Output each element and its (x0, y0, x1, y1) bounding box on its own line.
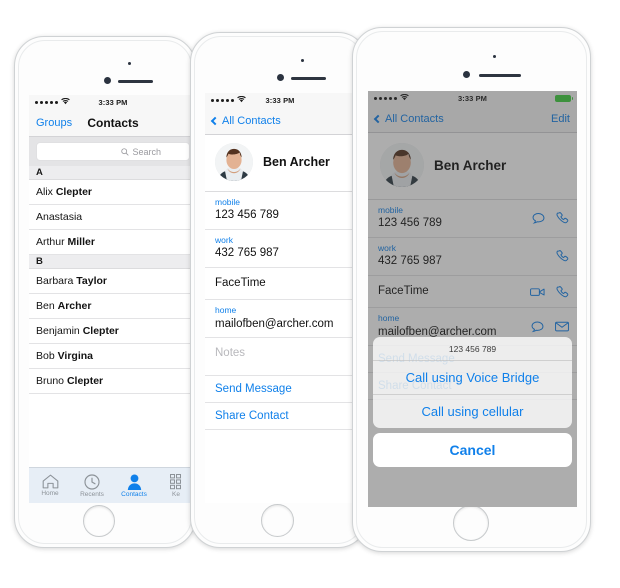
tab-label: Home (41, 490, 59, 497)
contact-last-name: Virgina (57, 350, 94, 362)
home-button[interactable] (453, 505, 489, 541)
search-icon (121, 147, 130, 156)
list-item[interactable]: Alix Clepter (29, 180, 197, 205)
contacts-list[interactable]: A Alix Clepter Anastasia Arthur Miller B Barb… (29, 166, 197, 394)
contact-first-name: Arthur (36, 236, 65, 248)
contact-last-name: Clepter (82, 325, 119, 337)
tab-label: Contacts (121, 490, 147, 498)
action-sheet-group: 123 456 789 Call using Voice Bridge Call … (373, 337, 572, 428)
contact-first-name: Benjamin (36, 325, 80, 337)
front-camera-icon (277, 74, 284, 81)
contact-last-name: Archer (57, 300, 92, 312)
home-icon (42, 474, 59, 489)
phone-mockup-2: 3:33 PM All Contacts Ben Archer mobile 1… (190, 32, 368, 548)
phone2-nav-bar: All Contacts (205, 108, 355, 135)
action-sheet-option-1[interactable]: Call using cellular (373, 395, 572, 428)
search-placeholder: Search (132, 146, 161, 157)
phone1-nav-bar: Groups Contacts (29, 110, 197, 137)
field-label: mobile (215, 197, 241, 207)
phone1-screen: 3:33 PM Groups Contacts Search A Alix Cle… (29, 95, 197, 503)
person-icon (127, 474, 142, 490)
front-camera-icon (463, 71, 470, 78)
send-message-link[interactable]: Send Message (205, 376, 355, 404)
share-contact-link[interactable]: Share Contact (205, 403, 355, 431)
status-clock: 3:33 PM (265, 96, 295, 105)
phone1-status-bar: 3:33 PM (29, 95, 197, 110)
tab-label: Recents (80, 490, 104, 498)
tab-bar[interactable]: Home Recents Contacts Ke (29, 467, 197, 503)
contact-actions[interactable]: Send MessageShare Contact (205, 376, 355, 431)
contact-header: Ben Archer (205, 135, 355, 192)
list-item[interactable]: Benjamin Clepter (29, 319, 197, 344)
phone2-contact-detail: Ben Archer mobile 123 456 789 work 432 765 … (205, 135, 355, 503)
chevron-left-icon (210, 116, 220, 126)
phone-mockup-1: 3:33 PM Groups Contacts Search A Alix Cle… (14, 36, 197, 548)
list-item[interactable]: Ben Archer (29, 294, 197, 319)
front-camera-icon (104, 77, 111, 84)
search-input[interactable]: Search (36, 142, 190, 161)
phone3-screen: 3:33 PM All Contacts Edit Ben Archer mob… (368, 91, 577, 507)
earpiece-speaker (479, 74, 521, 77)
list-item[interactable]: Bob Virgina (29, 344, 197, 369)
contact-first-name: Barbara (36, 275, 74, 287)
keypad-icon (170, 473, 182, 490)
action-sheet-option-0[interactable]: Call using Voice Bridge (373, 361, 572, 395)
field-value: 432 765 987 (215, 247, 279, 260)
phone2-status-bar: 3:33 PM (205, 93, 355, 108)
contact-last-name: Miller (67, 236, 95, 248)
action-sheet-title: 123 456 789 (373, 337, 572, 361)
contact-fields: mobile 123 456 789 work 432 765 987 FaceTime… (205, 192, 355, 377)
contact-first-name: Ben (36, 300, 55, 312)
search-bar-container: Search (29, 137, 197, 166)
clock-icon (84, 473, 100, 490)
contact-field[interactable]: home mailofben@archer.com (205, 300, 355, 339)
section-header-b: B (29, 255, 197, 269)
list-item[interactable]: Bruno Clepter (29, 369, 197, 394)
screenshot-stage: 3:33 PM Groups Contacts Search A Alix Cle… (0, 0, 620, 588)
earpiece-speaker (291, 77, 326, 80)
sensor-dot-icon (493, 55, 496, 58)
phone2-screen: 3:33 PM All Contacts Ben Archer mobile 1… (205, 93, 355, 503)
contact-field[interactable]: Notes (205, 338, 355, 377)
tab-home[interactable]: Home (29, 474, 71, 497)
call-action-sheet: 123 456 789 Call using Voice Bridge Call … (373, 337, 572, 467)
tab-recents[interactable]: Recents (71, 473, 113, 498)
field-label: work (215, 234, 233, 245)
tab-label: Ke (172, 490, 180, 498)
list-item[interactable]: Anastasia (29, 205, 197, 230)
page-title: Contacts (87, 116, 139, 130)
sensor-dot-icon (301, 59, 304, 62)
status-clock: 3:33 PM (98, 98, 128, 107)
contact-field[interactable]: mobile 123 456 789 (205, 192, 355, 230)
contact-last-name: Clepter (66, 375, 104, 387)
contact-last-name: Clepter (55, 186, 93, 198)
field-value: 123 456 789 (215, 209, 279, 222)
contact-first-name: Alix (36, 186, 53, 198)
back-button-label: All Contacts (222, 115, 281, 127)
earpiece-speaker (118, 80, 153, 83)
contact-field[interactable]: work 432 765 987 (205, 230, 355, 268)
back-button[interactable]: All Contacts (210, 115, 281, 127)
field-value: FaceTime (215, 276, 266, 289)
tab-contacts[interactable]: Contacts (113, 474, 155, 498)
contact-first-name: Anastasia (36, 211, 83, 223)
cancel-button[interactable]: Cancel (373, 433, 572, 467)
contact-first-name: Bruno (36, 375, 65, 387)
phone-mockup-3: 3:33 PM All Contacts Edit Ben Archer mob… (352, 27, 591, 552)
sensor-dot-icon (128, 62, 131, 65)
list-item[interactable]: Barbara Taylor (29, 269, 197, 294)
notes-placeholder: Notes (215, 347, 246, 360)
field-value: mailofben@archer.com (215, 317, 334, 330)
home-button[interactable] (261, 504, 294, 537)
section-header-a: A (29, 166, 197, 180)
list-item[interactable]: Arthur Miller (29, 230, 197, 255)
field-label: home (215, 305, 237, 316)
contact-name: Ben Archer (263, 155, 330, 169)
contact-field[interactable]: FaceTime (205, 268, 355, 301)
avatar (215, 143, 253, 181)
home-button[interactable] (83, 505, 115, 537)
contact-last-name: Taylor (76, 275, 108, 287)
contact-first-name: Bob (36, 350, 55, 362)
